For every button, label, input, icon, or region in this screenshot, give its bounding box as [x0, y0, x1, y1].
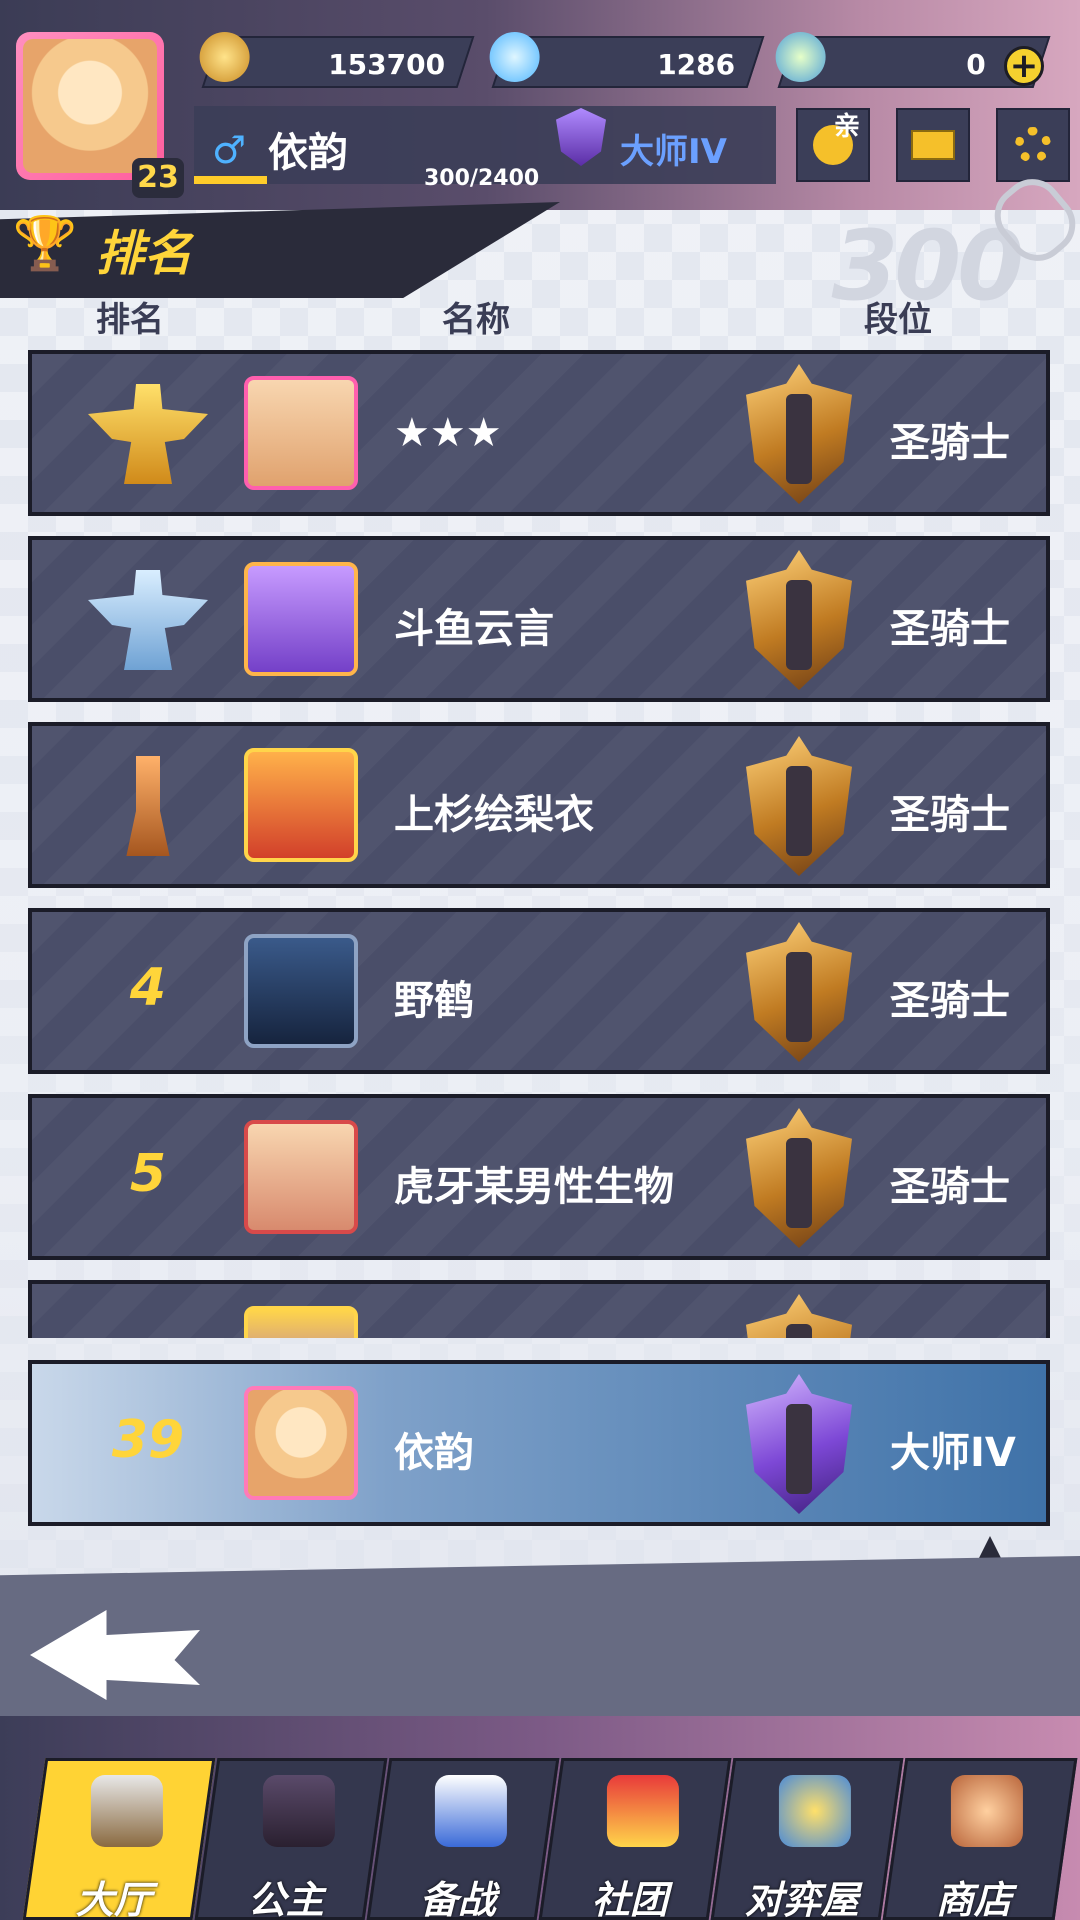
chess-pieces-icon: [434, 1775, 507, 1847]
nav-label: 大厅: [75, 1878, 152, 1920]
self-rank-number: 39: [111, 1410, 185, 1470]
gear-icon: [1015, 127, 1051, 163]
self-tier-name: 大师IV: [890, 1430, 1016, 1476]
player-name: 野鹤: [394, 978, 474, 1024]
nav-tab-shop[interactable]: 商店: [882, 1758, 1078, 1920]
ranking-row[interactable]: 斗鱼云言 圣骑士: [28, 536, 1050, 702]
player-name: 虎牙某男性生物: [394, 1164, 674, 1210]
nav-tab-lobby[interactable]: 大厅: [22, 1758, 216, 1920]
ticket-icon: [775, 32, 826, 82]
add-currency-button[interactable]: +: [1004, 46, 1044, 86]
nav-tab-prepare[interactable]: 备战: [366, 1758, 560, 1920]
trophy-icon: 🏆: [12, 214, 78, 274]
gold-icon: [199, 32, 250, 82]
player-rank: 大师IV: [620, 132, 727, 172]
ranking-row[interactable]: 上杉绘梨衣 圣骑士: [28, 722, 1050, 888]
player-name: ★★★: [394, 410, 502, 456]
swords-icon: [90, 1775, 163, 1847]
nav-label: 商店: [935, 1878, 1012, 1920]
tier-name: 圣骑士: [890, 1164, 1010, 1210]
settings-button[interactable]: [996, 108, 1070, 182]
column-header-name: 名称: [442, 300, 510, 340]
player-name: 依韵: [268, 130, 348, 176]
player-name: 上杉绘梨衣: [394, 792, 594, 838]
column-header-rank: 排名: [96, 300, 164, 340]
diamond-value: 1286: [657, 48, 736, 81]
friend-tag: 亲: [834, 112, 861, 142]
player-avatar: [244, 1120, 358, 1234]
rank-number: 4: [129, 958, 167, 1018]
tier-name: 圣骑士: [890, 978, 1010, 1024]
column-header-tier: 段位: [864, 300, 932, 340]
nav-label: 社团: [591, 1878, 668, 1920]
nav-label: 备战: [419, 1878, 496, 1920]
xp-text: 300/2400: [424, 166, 540, 191]
page-title: 排名: [96, 226, 193, 282]
ranking-row[interactable]: 4 野鹤 圣骑士: [28, 908, 1050, 1074]
guild-house-icon: [606, 1775, 679, 1847]
diamond-icon: [489, 32, 540, 82]
nav-tab-duel[interactable]: 对弈屋: [710, 1758, 904, 1920]
shop-icon: [950, 1775, 1023, 1847]
princess-icon: [262, 1775, 335, 1847]
player-avatar: [244, 1306, 358, 1338]
self-avatar: [244, 1386, 358, 1500]
player-level-badge: 23: [132, 158, 184, 198]
player-avatar: [244, 748, 358, 862]
nav-tab-princess[interactable]: 公主: [194, 1758, 388, 1920]
tier-name: 圣骑士: [890, 420, 1010, 466]
gold-counter: 153700: [199, 32, 475, 88]
player-avatar: [244, 376, 358, 490]
row-pattern: [32, 1284, 1046, 1338]
tier-name: 圣骑士: [890, 792, 1010, 838]
player-avatar: [244, 934, 358, 1048]
nav-label: 对弈屋: [744, 1878, 859, 1920]
ranking-row[interactable]: ★★★ 圣骑士: [28, 350, 1050, 516]
xp-progress-bar: [194, 176, 267, 184]
ticket-value: 0: [965, 48, 986, 81]
avatar-image: [23, 39, 157, 173]
duel-house-icon: [778, 1775, 851, 1847]
mail-button[interactable]: [896, 108, 970, 182]
rank-number: 5: [129, 1144, 167, 1204]
tier-name: 圣骑士: [890, 606, 1010, 652]
ranking-row-partial[interactable]: [28, 1280, 1050, 1338]
player-avatar: [244, 562, 358, 676]
tier-emblem-icon: [746, 1374, 852, 1514]
male-gender-icon: ♂: [212, 128, 247, 172]
player-name: 斗鱼云言: [394, 606, 554, 652]
diamond-counter: 1286: [489, 32, 765, 88]
self-name: 依韵: [394, 1430, 474, 1476]
nav-tab-guild[interactable]: 社团: [538, 1758, 732, 1920]
ranking-row[interactable]: 5 虎牙某男性生物 圣骑士: [28, 1094, 1050, 1260]
gold-value: 153700: [328, 48, 446, 81]
nav-label: 公主: [247, 1878, 324, 1920]
mail-icon: [911, 130, 955, 160]
self-ranking-row[interactable]: 39 依韵 大师IV: [28, 1360, 1050, 1526]
